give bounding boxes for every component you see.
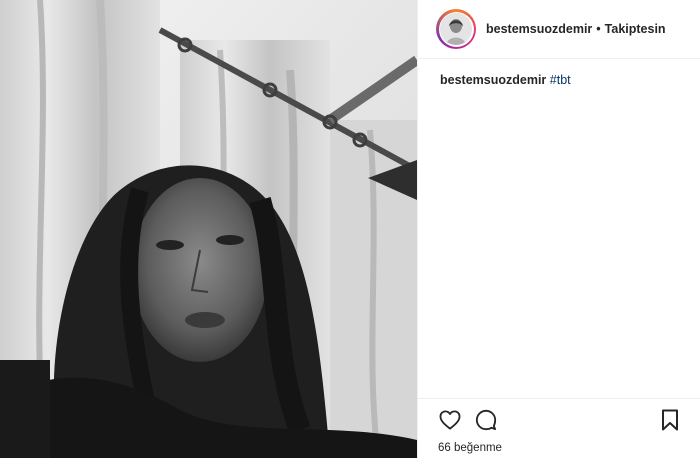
comment-button[interactable] bbox=[474, 408, 498, 432]
action-icons-row bbox=[438, 409, 682, 431]
post-sidebar: bestemsuozdemir • Takiptesin bestemsuozdem… bbox=[417, 0, 700, 458]
avatar-story-ring[interactable] bbox=[436, 9, 476, 49]
bookmark-icon bbox=[662, 409, 678, 431]
separator-dot: • bbox=[596, 22, 601, 36]
post-photo[interactable] bbox=[0, 0, 417, 458]
avatar-image bbox=[440, 13, 472, 45]
likes-count[interactable]: 66 beğenme bbox=[438, 442, 502, 454]
post-actions bbox=[418, 398, 700, 444]
follow-status-button[interactable]: Takiptesin bbox=[605, 22, 666, 36]
likes-label: beğenme bbox=[454, 442, 502, 454]
hashtag-link[interactable]: #tbt bbox=[550, 73, 571, 87]
selfie-image bbox=[0, 0, 417, 458]
username-link[interactable]: bestemsuozdemir bbox=[486, 22, 592, 36]
like-button[interactable] bbox=[438, 408, 462, 432]
save-button[interactable] bbox=[658, 408, 682, 432]
heart-icon bbox=[439, 410, 461, 430]
caption-username-link[interactable]: bestemsuozdemir bbox=[440, 73, 546, 87]
post-header: bestemsuozdemir • Takiptesin bbox=[418, 0, 700, 59]
header-text: bestemsuozdemir • Takiptesin bbox=[486, 22, 666, 36]
likes-number: 66 bbox=[438, 442, 451, 454]
avatar bbox=[438, 11, 474, 47]
instagram-post: bestemsuozdemir • Takiptesin bestemsuozdem… bbox=[0, 0, 700, 458]
post-caption: bestemsuozdemir #tbt bbox=[418, 59, 700, 87]
comment-icon bbox=[475, 409, 497, 431]
